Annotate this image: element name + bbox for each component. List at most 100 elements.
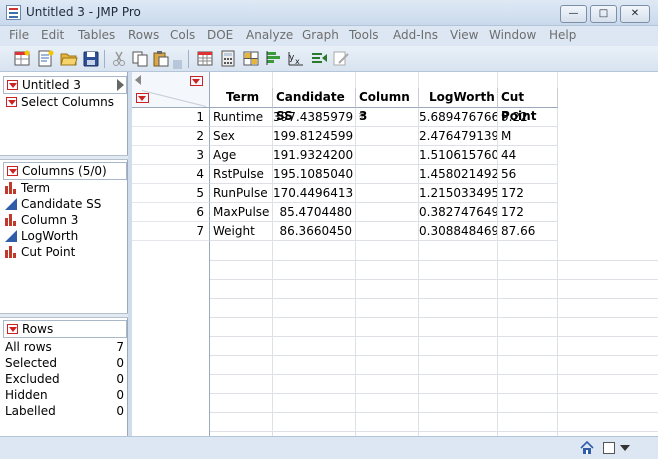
column-header-candidate-ss[interactable]: Candidate SS [273,88,356,123]
table-cell[interactable]: 56 [498,165,558,184]
menu-file[interactable]: File [9,28,29,42]
menu-window[interactable]: Window [489,28,536,42]
table-cell[interactable]: RstPulse [210,165,273,184]
columns-header[interactable]: Columns (5/0) [3,162,127,180]
menu-rows[interactable]: Rows [128,28,159,42]
dropdown-icon[interactable] [620,445,630,451]
table-cell[interactable] [356,165,419,184]
column-item-candidate-ss[interactable]: Candidate SS [3,196,127,212]
menu-cols[interactable]: Cols [170,28,195,42]
new-script-icon[interactable] [37,50,55,67]
table-cell[interactable]: M [498,127,558,146]
menu-edit[interactable]: Edit [41,28,64,42]
row-number[interactable]: 5 [132,184,210,203]
column-header-term[interactable]: Term [210,88,273,108]
table-cell[interactable]: 191.9324200 [273,146,356,165]
column-header-logworth[interactable]: LogWorth [419,88,498,108]
collapse-arrow-icon[interactable] [135,75,141,85]
fit-y-by-x-icon[interactable]: yx [287,50,305,67]
distribution-icon[interactable] [265,50,283,67]
data-table-icon[interactable] [196,50,214,67]
rows-red-triangle-icon[interactable] [136,93,149,103]
red-triangle-menu-icon[interactable] [6,97,17,107]
table-cell[interactable]: RunPulse [210,184,273,203]
minimize-button[interactable]: — [560,5,587,23]
expand-arrow-icon[interactable] [117,79,124,91]
table-cell[interactable]: 0.382747649 [419,203,498,222]
table-cell[interactable]: Runtime [210,108,273,127]
table-cell[interactable]: 44 [498,146,558,165]
table-cell[interactable]: 1.510615760 [419,146,498,165]
table-cell[interactable]: 87.66 [498,222,558,241]
calculator-icon[interactable] [219,50,237,67]
open-icon[interactable] [60,50,78,67]
table-cell[interactable]: 1.458021492 [419,165,498,184]
menu-analyze[interactable]: Analyze [246,28,293,42]
paste-icon[interactable] [152,50,170,67]
maximize-button[interactable]: □ [590,5,617,23]
row-number[interactable]: 4 [132,165,210,184]
table-cell[interactable]: Age [210,146,273,165]
table-cell[interactable]: 199.8124599 [273,127,356,146]
table-cell[interactable] [356,203,419,222]
fit-model-icon[interactable] [310,50,328,67]
table-cell[interactable]: Sex [210,127,273,146]
menu-graph[interactable]: Graph [302,28,339,42]
grid-icon[interactable] [242,50,260,67]
grid-line [272,241,273,436]
table-cell[interactable] [356,146,419,165]
copy-icon[interactable] [131,50,149,67]
column-item-column-3[interactable]: Column 3 [3,212,127,228]
table-cell[interactable]: * [356,108,419,127]
red-triangle-menu-icon[interactable] [7,166,18,176]
panel-divider[interactable] [0,155,128,160]
row-number[interactable]: 6 [132,203,210,222]
row-number[interactable]: 1 [132,108,210,127]
menu-tables[interactable]: Tables [78,28,115,42]
rows-header[interactable]: Rows [3,320,127,338]
new-data-table-icon[interactable] [13,50,31,67]
table-cell[interactable] [356,184,419,203]
table-cell[interactable] [356,127,419,146]
table-cell[interactable]: 5.689476766 [419,108,498,127]
table-cell[interactable]: MaxPulse [210,203,273,222]
column-item-term[interactable]: Term [3,180,127,196]
menu-add-ins[interactable]: Add-Ins [393,28,438,42]
table-cell[interactable]: 1.215033495 [419,184,498,203]
red-triangle-menu-icon[interactable] [7,80,18,90]
column-item-cut-point[interactable]: Cut Point [3,244,127,260]
table-cell[interactable]: 195.1085040 [273,165,356,184]
table-cell[interactable]: 172 [498,203,558,222]
table-name-header[interactable]: Untitled 3 [3,76,127,94]
close-button[interactable]: ✕ [620,5,650,23]
menu-tools[interactable]: Tools [349,28,379,42]
column-header-column-3[interactable]: Column 3 [356,88,419,123]
table-cell[interactable]: 9.22 [498,108,558,127]
cut-icon[interactable] [110,50,128,67]
red-triangle-menu-icon[interactable] [7,324,18,334]
columns-red-triangle-icon[interactable] [190,76,203,86]
table-cell[interactable]: 2.476479139 [419,127,498,146]
row-number[interactable]: 7 [132,222,210,241]
edit-icon[interactable] [332,50,350,67]
save-icon[interactable] [82,50,100,67]
menu-doe[interactable]: DOE [207,28,233,42]
menu-help[interactable]: Help [549,28,576,42]
column-item-logworth[interactable]: LogWorth [3,228,127,244]
table-cell[interactable]: 172 [498,184,558,203]
row-number[interactable]: 2 [132,127,210,146]
home-icon[interactable] [580,441,594,455]
row-number[interactable]: 3 [132,146,210,165]
panel-divider[interactable] [0,313,128,318]
table-cell[interactable]: 397.4385979 [273,108,356,127]
select-columns-item[interactable]: Select Columns [3,94,127,110]
table-cell[interactable] [356,222,419,241]
column-header-cut-point[interactable]: Cut Point [498,88,558,123]
window-list-icon[interactable] [603,442,615,454]
table-cell[interactable]: 86.3660450 [273,222,356,241]
table-cell[interactable]: Weight [210,222,273,241]
menu-view[interactable]: View [450,28,478,42]
table-cell[interactable]: 85.4704480 [273,203,356,222]
table-cell[interactable]: 170.4496413 [273,184,356,203]
table-cell[interactable]: 0.308848469 [419,222,498,241]
